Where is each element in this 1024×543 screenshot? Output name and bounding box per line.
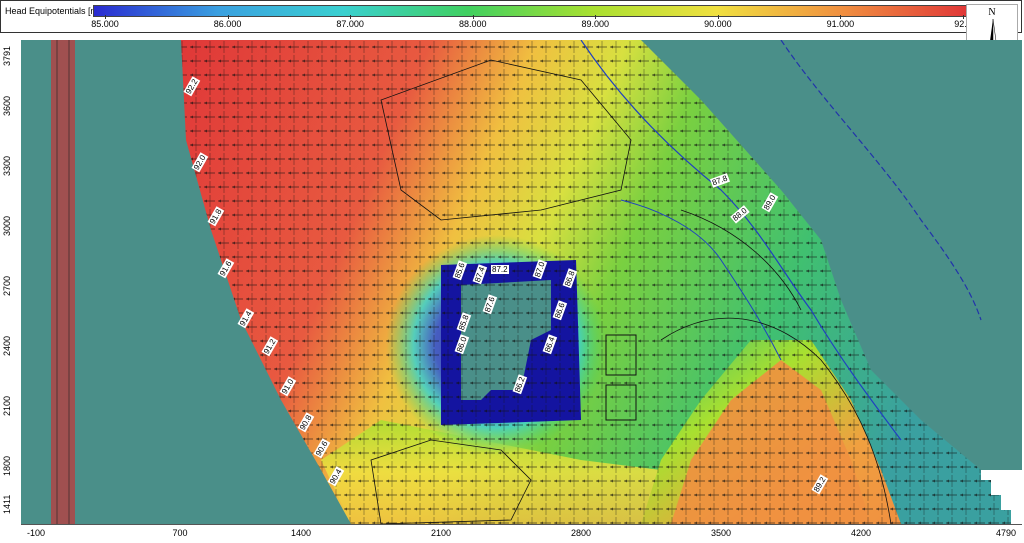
y-tick-label: 1800 <box>2 455 12 476</box>
y-tick-label: 3000 <box>2 215 12 236</box>
legend-tick-mark <box>105 15 106 19</box>
legend-tick-mark <box>227 15 229 19</box>
x-tick-label: 1400 <box>290 528 312 538</box>
legend-tick-mark <box>595 15 597 19</box>
legend-tick-mark <box>350 15 352 19</box>
x-tick-label: 2800 <box>570 528 592 538</box>
x-axis: -100 700 1400 2100 2800 3500 4200 4790 <box>21 524 1022 543</box>
legend-tick-mark <box>472 15 474 19</box>
y-tick-label: 2400 <box>2 335 12 356</box>
legend-tick-mark <box>717 15 719 19</box>
legend-tick: 87.000 <box>336 19 364 29</box>
y-axis: 3791 3600 3300 3000 2700 2400 2100 1800 1411 <box>0 40 22 524</box>
legend-tick: 86.000 <box>213 19 242 29</box>
legend-tick: 90.000 <box>704 19 732 29</box>
y-tick-label: 1411 <box>2 494 12 514</box>
legend-tick-mark <box>963 15 964 19</box>
y-tick-label: 2700 <box>2 275 12 296</box>
legend-tick: 91.000 <box>826 19 855 29</box>
head-contour-map <box>21 40 1022 524</box>
legend-tick: 89.000 <box>581 19 610 29</box>
west-boundary-strip <box>51 40 75 524</box>
y-tick-label: 3300 <box>2 155 12 176</box>
x-tick-label: 4790 <box>995 528 1017 538</box>
legend-bar: Head Equipotentials [m] 85.000 86.000 87.0… <box>0 0 1022 33</box>
x-tick-label: 4200 <box>850 528 872 538</box>
x-tick-label: 3500 <box>710 528 732 538</box>
legend-gradient <box>93 5 967 17</box>
x-tick-label: 700 <box>172 528 188 538</box>
y-tick-label: 2100 <box>2 395 12 416</box>
legend-tick-mark <box>840 15 842 19</box>
y-tick-label: 3791 <box>2 45 12 66</box>
x-tick-label: -100 <box>26 528 46 538</box>
legend-tick: 88.000 <box>458 19 487 29</box>
legend-title: Head Equipotentials [m] <box>5 6 101 16</box>
contour-label: 87.2 <box>491 265 509 274</box>
x-tick-label: 2100 <box>430 528 452 538</box>
y-tick-label: 3600 <box>2 95 12 116</box>
head-map[interactable]: 92.2 92.0 91.8 91.6 91.4 91.2 91.0 90.8 90.6 90.4… <box>21 40 1022 524</box>
legend-tick: 85.000 <box>91 19 119 29</box>
